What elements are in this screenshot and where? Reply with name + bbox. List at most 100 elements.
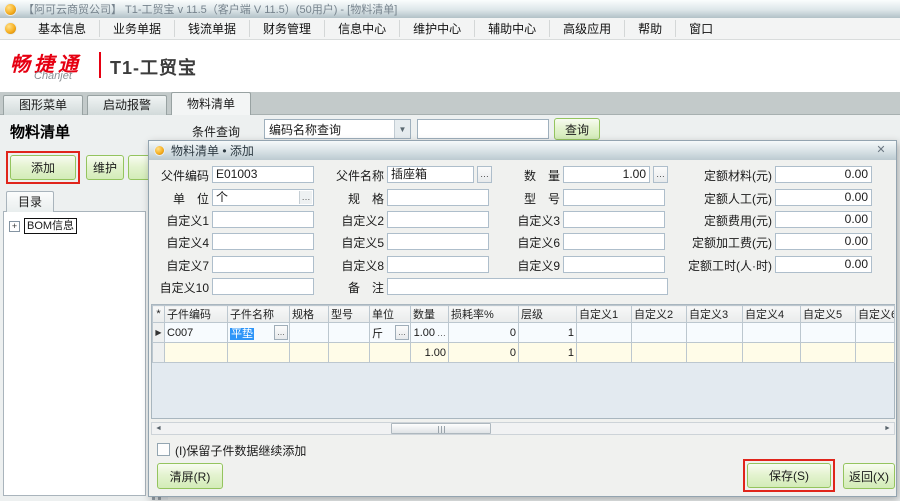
tree-node-label[interactable]: BOM信息: [24, 218, 78, 234]
menu-item-maintenance-center[interactable]: 维护中心: [399, 20, 474, 37]
unit-lookup-button[interactable]: …: [395, 325, 409, 340]
cell-loss-rate[interactable]: 0: [448, 322, 519, 343]
tab-startup-alert[interactable]: 启动报警: [87, 95, 167, 115]
cell-custom3[interactable]: [686, 322, 743, 343]
custom7-field[interactable]: [212, 256, 314, 273]
menu-item-business-docs[interactable]: 业务单据: [99, 20, 174, 37]
document-tabstrip: 图形菜单 启动报警 物料清单: [0, 92, 900, 115]
menu-item-basic-info[interactable]: 基本信息: [25, 20, 99, 37]
grid-hscrollbar[interactable]: ◄ ►: [151, 422, 895, 435]
keep-child-data-checkbox[interactable]: [157, 443, 170, 456]
custom10-field[interactable]: [212, 278, 314, 295]
unit-field[interactable]: 个 …: [212, 189, 314, 206]
cell-spec[interactable]: [289, 342, 329, 363]
logo-bar: 畅捷通 Chanjet T1-工贸宝: [0, 40, 900, 92]
tab-bom-list[interactable]: 物料清单: [171, 92, 251, 115]
quota-hours-field[interactable]: 0.00: [775, 256, 872, 273]
quota-material-field[interactable]: 0.00: [775, 166, 872, 183]
menu-items: 基本信息 业务单据 钱流单据 财务管理 信息中心 维护中心 辅助中心 高级应用 …: [25, 20, 726, 37]
tree-node-bom[interactable]: + BOM信息: [9, 218, 78, 234]
menu-item-window[interactable]: 窗口: [675, 20, 726, 37]
query-button[interactable]: 查询: [554, 118, 600, 140]
query-input[interactable]: [417, 119, 549, 139]
cell-child-name[interactable]: [227, 342, 290, 363]
custom2-field[interactable]: [387, 211, 489, 228]
save-button-highlight: 保存(S): [743, 459, 835, 492]
remark-field[interactable]: [387, 278, 668, 295]
grid-row-2: 1.00 0 1: [152, 342, 895, 363]
quota-expense-field[interactable]: 0.00: [775, 211, 872, 228]
cell-custom1[interactable]: [576, 322, 632, 343]
unit-lookup-button[interactable]: …: [299, 191, 312, 204]
product-name: T1-工贸宝: [110, 58, 197, 78]
back-button[interactable]: 返回(X): [843, 463, 895, 489]
spec-field[interactable]: [387, 189, 489, 206]
tree-expand-icon[interactable]: +: [9, 220, 20, 232]
query-type-value: 编码名称查询: [269, 122, 342, 137]
menu-item-help[interactable]: 帮助: [624, 20, 675, 37]
query-label: 条件查询: [192, 125, 241, 139]
custom5-field[interactable]: [387, 233, 489, 250]
custom4-field[interactable]: [212, 233, 314, 250]
cell-custom5[interactable]: [800, 342, 856, 363]
custom1-field[interactable]: [212, 211, 314, 228]
cell-custom2[interactable]: [631, 342, 687, 363]
cell-custom4[interactable]: [742, 342, 801, 363]
col-spec: 规格: [289, 305, 329, 323]
cell-level[interactable]: 1: [518, 342, 577, 363]
cell-qty[interactable]: 1.00: [410, 342, 449, 363]
scrollbar-track[interactable]: [165, 423, 881, 434]
application-window: 【阿可云商贸公司】 T1-工贸宝 v 11.5（客户端 V 11.5）(50用户…: [0, 0, 900, 501]
cell-custom5[interactable]: [800, 322, 856, 343]
cell-level[interactable]: 1: [518, 322, 577, 343]
keep-child-data-label[interactable]: (I)保留子件数据继续添加: [175, 442, 306, 459]
dropdown-arrow-icon[interactable]: ▼: [394, 120, 410, 138]
quota-processing-field[interactable]: 0.00: [775, 233, 872, 250]
cell-spec[interactable]: [289, 322, 329, 343]
cell-child-code[interactable]: C007: [164, 322, 228, 343]
row-marker-cell: [152, 342, 165, 363]
maintain-button[interactable]: 维护: [86, 155, 124, 180]
qty-lookup-button[interactable]: …: [437, 328, 446, 338]
cell-model[interactable]: [328, 322, 370, 343]
cell-child-name[interactable]: 平垫 …: [227, 322, 290, 343]
tab-graphic-menu[interactable]: 图形菜单: [3, 95, 83, 115]
cell-custom2[interactable]: [631, 322, 687, 343]
cell-child-code[interactable]: [164, 342, 228, 363]
parent-code-field[interactable]: E01003: [212, 166, 314, 183]
cell-loss-rate[interactable]: 0: [448, 342, 519, 363]
menu-item-cash-docs[interactable]: 钱流单据: [174, 20, 249, 37]
menu-item-advanced[interactable]: 高级应用: [549, 20, 624, 37]
spec-label: 规 格: [347, 192, 384, 206]
catalog-tab[interactable]: 目录: [6, 191, 54, 212]
cell-unit[interactable]: [369, 342, 411, 363]
cell-qty[interactable]: 1.00…: [410, 322, 449, 343]
cell-custom6[interactable]: [855, 342, 895, 363]
quota-expense-label: 定额费用(元): [704, 214, 772, 228]
clear-button[interactable]: 清屏(R): [157, 463, 223, 489]
add-button[interactable]: 添加: [10, 155, 76, 180]
scroll-left-icon[interactable]: ◄: [152, 423, 165, 434]
custom8-field[interactable]: [387, 256, 489, 273]
scrollbar-thumb[interactable]: [391, 423, 491, 434]
form-row: 自定义10 备 注: [149, 278, 898, 295]
menu-item-assist-center[interactable]: 辅助中心: [474, 20, 549, 37]
menu-item-finance[interactable]: 财务管理: [249, 20, 324, 37]
child-name-lookup-button[interactable]: …: [274, 325, 288, 340]
cell-custom1[interactable]: [576, 342, 632, 363]
query-type-dropdown[interactable]: 编码名称查询 ▼: [264, 119, 411, 139]
app-icon: [154, 145, 165, 156]
cell-model[interactable]: [328, 342, 370, 363]
cell-unit[interactable]: 斤 …: [369, 322, 411, 343]
cell-custom4[interactable]: [742, 322, 801, 343]
scroll-right-icon[interactable]: ►: [881, 423, 894, 434]
custom5-label: 自定义5: [341, 236, 384, 250]
cell-custom3[interactable]: [686, 342, 743, 363]
quota-labor-field[interactable]: 0.00: [775, 189, 872, 206]
cell-custom6[interactable]: [855, 322, 895, 343]
close-icon[interactable]: ✕: [874, 144, 888, 157]
menu-item-info-center[interactable]: 信息中心: [324, 20, 399, 37]
save-button[interactable]: 保存(S): [747, 463, 831, 488]
parent-name-field[interactable]: 插座箱: [387, 166, 474, 183]
parent-name-label: 父件名称: [335, 169, 384, 183]
